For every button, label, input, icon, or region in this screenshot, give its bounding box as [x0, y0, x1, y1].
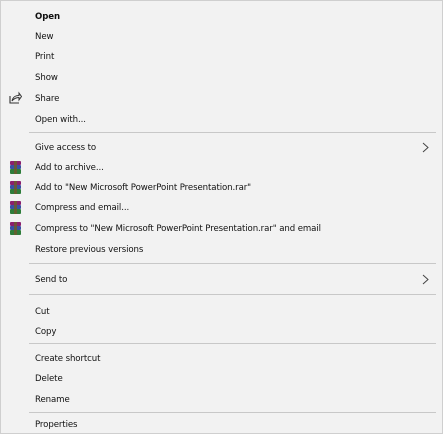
menu-item-copy[interactable]: Copy	[1, 321, 442, 342]
chevron-right-icon	[422, 142, 429, 153]
winrar-icon	[7, 220, 23, 236]
menu-item-label: Compress and email...	[35, 202, 130, 213]
chevron-right-icon	[422, 274, 429, 285]
winrar-icon	[7, 179, 23, 195]
menu-item-print[interactable]: Print	[1, 46, 442, 67]
menu-item-label: Add to "New Microsoft PowerPoint Present…	[35, 182, 252, 193]
menu-item-show[interactable]: Show	[1, 67, 442, 88]
menu-separator	[29, 132, 436, 133]
menu-item-add-to-archive[interactable]: Add to archive...	[1, 157, 442, 178]
menu-item-open-with[interactable]: Open with...	[1, 109, 442, 130]
menu-item-new[interactable]: New	[1, 26, 442, 47]
menu-item-send-to[interactable]: Send to	[1, 269, 442, 290]
menu-item-label: Compress to "New Microsoft PowerPoint Pr…	[35, 223, 321, 234]
winrar-icon	[7, 159, 23, 175]
menu-separator	[29, 263, 436, 264]
menu-item-label: Open with...	[35, 114, 86, 125]
menu-item-compress-and-email[interactable]: Compress and email...	[1, 197, 442, 218]
share-icon	[7, 90, 23, 106]
menu-separator	[29, 294, 436, 295]
menu-item-label: Show	[35, 72, 58, 83]
menu-item-rename[interactable]: Rename	[1, 389, 442, 410]
menu-separator	[29, 412, 436, 413]
menu-item-delete[interactable]: Delete	[1, 368, 442, 389]
menu-item-cut[interactable]: Cut	[1, 301, 442, 322]
menu-item-properties[interactable]: Properties	[1, 414, 442, 435]
menu-item-add-to-rar[interactable]: Add to "New Microsoft PowerPoint Present…	[1, 177, 442, 198]
menu-item-label: Open	[35, 11, 61, 22]
menu-item-label: Share	[35, 93, 60, 104]
context-menu: Open New Print Show Share Open with... G…	[0, 0, 443, 434]
menu-item-label: Create shortcut	[35, 353, 101, 364]
menu-item-compress-to-rar-and-email[interactable]: Compress to "New Microsoft PowerPoint Pr…	[1, 218, 442, 239]
menu-separator	[29, 343, 436, 344]
menu-item-label: Rename	[35, 394, 70, 405]
menu-item-label: Add to archive...	[35, 162, 104, 173]
menu-item-label: Send to	[35, 274, 68, 285]
menu-item-label: Give access to	[35, 142, 97, 153]
menu-item-label: Restore previous versions	[35, 244, 144, 255]
menu-item-open[interactable]: Open	[1, 6, 442, 27]
menu-item-label: Properties	[35, 419, 78, 430]
menu-item-label: Cut	[35, 306, 50, 317]
menu-item-label: New	[35, 31, 54, 42]
winrar-icon	[7, 199, 23, 215]
menu-item-label: Print	[35, 51, 55, 62]
menu-item-give-access[interactable]: Give access to	[1, 137, 442, 158]
menu-item-restore-previous-versions[interactable]: Restore previous versions	[1, 239, 442, 260]
menu-item-label: Copy	[35, 326, 57, 337]
menu-item-label: Delete	[35, 373, 63, 384]
menu-item-share[interactable]: Share	[1, 88, 442, 109]
menu-item-create-shortcut[interactable]: Create shortcut	[1, 348, 442, 369]
